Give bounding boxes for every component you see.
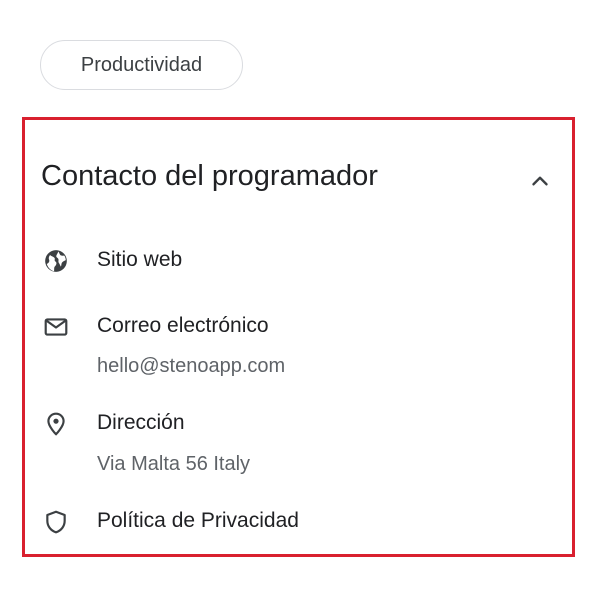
address-value[interactable]: Via Malta 56 Italy [97,453,250,476]
app-page: Productividad Contacto del programador S… [0,0,600,600]
website-label: Sitio web [97,248,183,271]
developer-contact-section: Contacto del programador Sitio web Corre… [22,117,575,557]
section-title: Contacto del programador [41,160,378,192]
email-value[interactable]: hello@stenoapp.com [97,355,285,378]
shield-icon [46,510,66,534]
chevron-up-icon[interactable] [527,168,553,194]
email-label: Correo electrónico [97,314,269,337]
privacy-policy-label[interactable]: Política de Privacidad [97,509,299,533]
location-pin-icon [47,412,65,436]
address-label: Dirección [97,411,185,434]
mail-icon [44,318,68,336]
category-chip-label: Productividad [80,53,203,76]
globe-icon [45,250,67,272]
category-chip[interactable]: Productividad [40,40,243,90]
